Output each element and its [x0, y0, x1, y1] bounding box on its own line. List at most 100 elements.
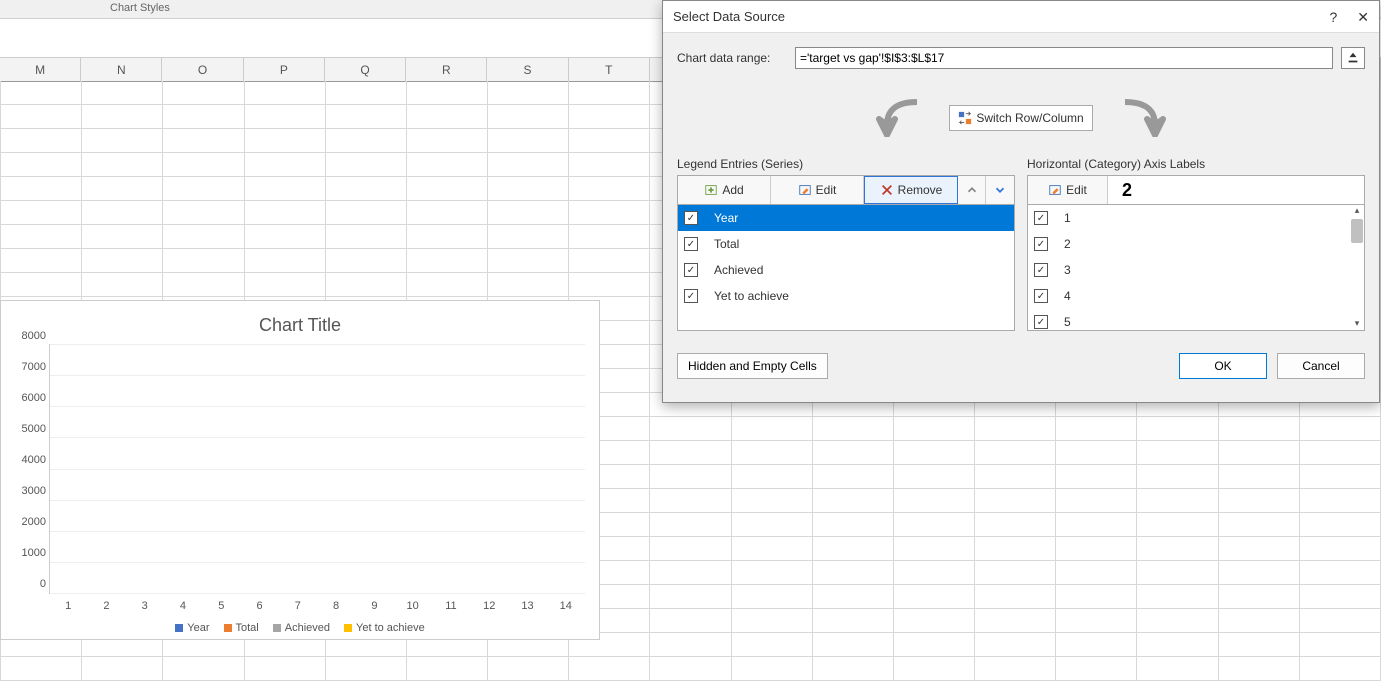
cell[interactable] [1137, 633, 1218, 657]
cell[interactable] [1056, 417, 1137, 441]
cell[interactable] [82, 273, 163, 297]
cell[interactable] [1056, 537, 1137, 561]
checkbox[interactable]: ✓ [1034, 211, 1048, 225]
edit-axis-button[interactable]: Edit [1028, 176, 1108, 204]
cell[interactable] [975, 657, 1056, 681]
cell[interactable] [1, 225, 82, 249]
scrollbar-thumb[interactable] [1351, 219, 1363, 243]
cell[interactable] [1300, 609, 1381, 633]
chart-plot-area[interactable]: 010002000300040005000600070008000 [49, 344, 585, 594]
switch-row-column-button[interactable]: Switch Row/Column [949, 105, 1092, 131]
checkbox[interactable]: ✓ [1034, 237, 1048, 251]
cell[interactable] [569, 657, 650, 681]
cell[interactable] [650, 513, 731, 537]
cell[interactable] [1, 153, 82, 177]
series-item-total[interactable]: ✓Total [678, 231, 1014, 257]
column-header-T[interactable]: T [569, 58, 650, 82]
bar-group[interactable] [394, 344, 432, 593]
cell[interactable] [407, 153, 488, 177]
cell[interactable] [82, 249, 163, 273]
cell[interactable] [894, 561, 975, 585]
cell[interactable] [569, 177, 650, 201]
column-header-S[interactable]: S [487, 58, 568, 82]
cell[interactable] [732, 633, 813, 657]
bar-group[interactable] [318, 344, 356, 593]
bar-group[interactable] [241, 344, 279, 593]
checkbox[interactable]: ✓ [684, 289, 698, 303]
cell[interactable] [569, 81, 650, 105]
cell[interactable] [407, 201, 488, 225]
cell[interactable] [894, 465, 975, 489]
cell[interactable] [488, 225, 569, 249]
cell[interactable] [326, 273, 407, 297]
scroll-down-icon[interactable]: ▾ [1351, 318, 1363, 330]
cell[interactable] [813, 513, 894, 537]
cell[interactable] [1056, 561, 1137, 585]
cell[interactable] [813, 561, 894, 585]
bar-group[interactable] [88, 344, 126, 593]
legend-yet[interactable]: Yet to achieve [344, 622, 425, 634]
cell[interactable] [1219, 513, 1300, 537]
cell[interactable] [1300, 585, 1381, 609]
cell[interactable] [975, 513, 1056, 537]
bar-group[interactable] [509, 344, 547, 593]
scroll-up-icon[interactable]: ▴ [1351, 205, 1363, 217]
cell[interactable] [82, 225, 163, 249]
cell[interactable] [326, 201, 407, 225]
cell[interactable] [975, 441, 1056, 465]
cell[interactable] [245, 177, 326, 201]
cell[interactable] [650, 489, 731, 513]
series-list[interactable]: ✓Year✓Total✓Achieved✓Yet to achieve [677, 205, 1015, 331]
cell[interactable] [650, 537, 731, 561]
cell[interactable] [163, 249, 244, 273]
cell[interactable] [1300, 657, 1381, 681]
cell[interactable] [1056, 489, 1137, 513]
cell[interactable] [1, 129, 82, 153]
cell[interactable] [82, 105, 163, 129]
checkbox[interactable]: ✓ [684, 237, 698, 251]
cell[interactable] [975, 537, 1056, 561]
checkbox[interactable]: ✓ [1034, 289, 1048, 303]
cell[interactable] [488, 129, 569, 153]
cell[interactable] [732, 537, 813, 561]
cell[interactable] [975, 465, 1056, 489]
cell[interactable] [163, 153, 244, 177]
bar-group[interactable] [165, 344, 203, 593]
chart-container[interactable]: Chart Title 0100020003000400050006000700… [0, 300, 600, 640]
cell[interactable] [1219, 417, 1300, 441]
column-header-R[interactable]: R [406, 58, 487, 82]
cell[interactable] [1056, 609, 1137, 633]
cell[interactable] [894, 657, 975, 681]
cell[interactable] [407, 225, 488, 249]
cell[interactable] [407, 105, 488, 129]
cell[interactable] [650, 465, 731, 489]
ok-button[interactable]: OK [1179, 353, 1267, 379]
cell[interactable] [1137, 513, 1218, 537]
cell[interactable] [1, 201, 82, 225]
series-item-year[interactable]: ✓Year [678, 205, 1014, 231]
cell[interactable] [813, 441, 894, 465]
series-item-achieved[interactable]: ✓Achieved [678, 257, 1014, 283]
cell[interactable] [488, 81, 569, 105]
cell[interactable] [1219, 441, 1300, 465]
axis-item-5[interactable]: ✓5 [1028, 309, 1364, 331]
cell[interactable] [650, 609, 731, 633]
cell[interactable] [894, 513, 975, 537]
column-header-M[interactable]: M [0, 58, 81, 82]
cell[interactable] [488, 249, 569, 273]
series-item-yet-to-achieve[interactable]: ✓Yet to achieve [678, 283, 1014, 309]
legend-total[interactable]: Total [224, 622, 259, 634]
cell[interactable] [1219, 585, 1300, 609]
column-header-Q[interactable]: Q [325, 58, 406, 82]
column-header-O[interactable]: O [162, 58, 243, 82]
cell[interactable] [813, 657, 894, 681]
edit-series-button[interactable]: Edit [771, 176, 864, 204]
range-collapse-button[interactable] [1341, 47, 1365, 69]
checkbox[interactable]: ✓ [1034, 315, 1048, 329]
cell[interactable] [894, 417, 975, 441]
cell[interactable] [1300, 441, 1381, 465]
cell[interactable] [732, 561, 813, 585]
cell[interactable] [82, 81, 163, 105]
cell[interactable] [1056, 465, 1137, 489]
cell[interactable] [1137, 537, 1218, 561]
